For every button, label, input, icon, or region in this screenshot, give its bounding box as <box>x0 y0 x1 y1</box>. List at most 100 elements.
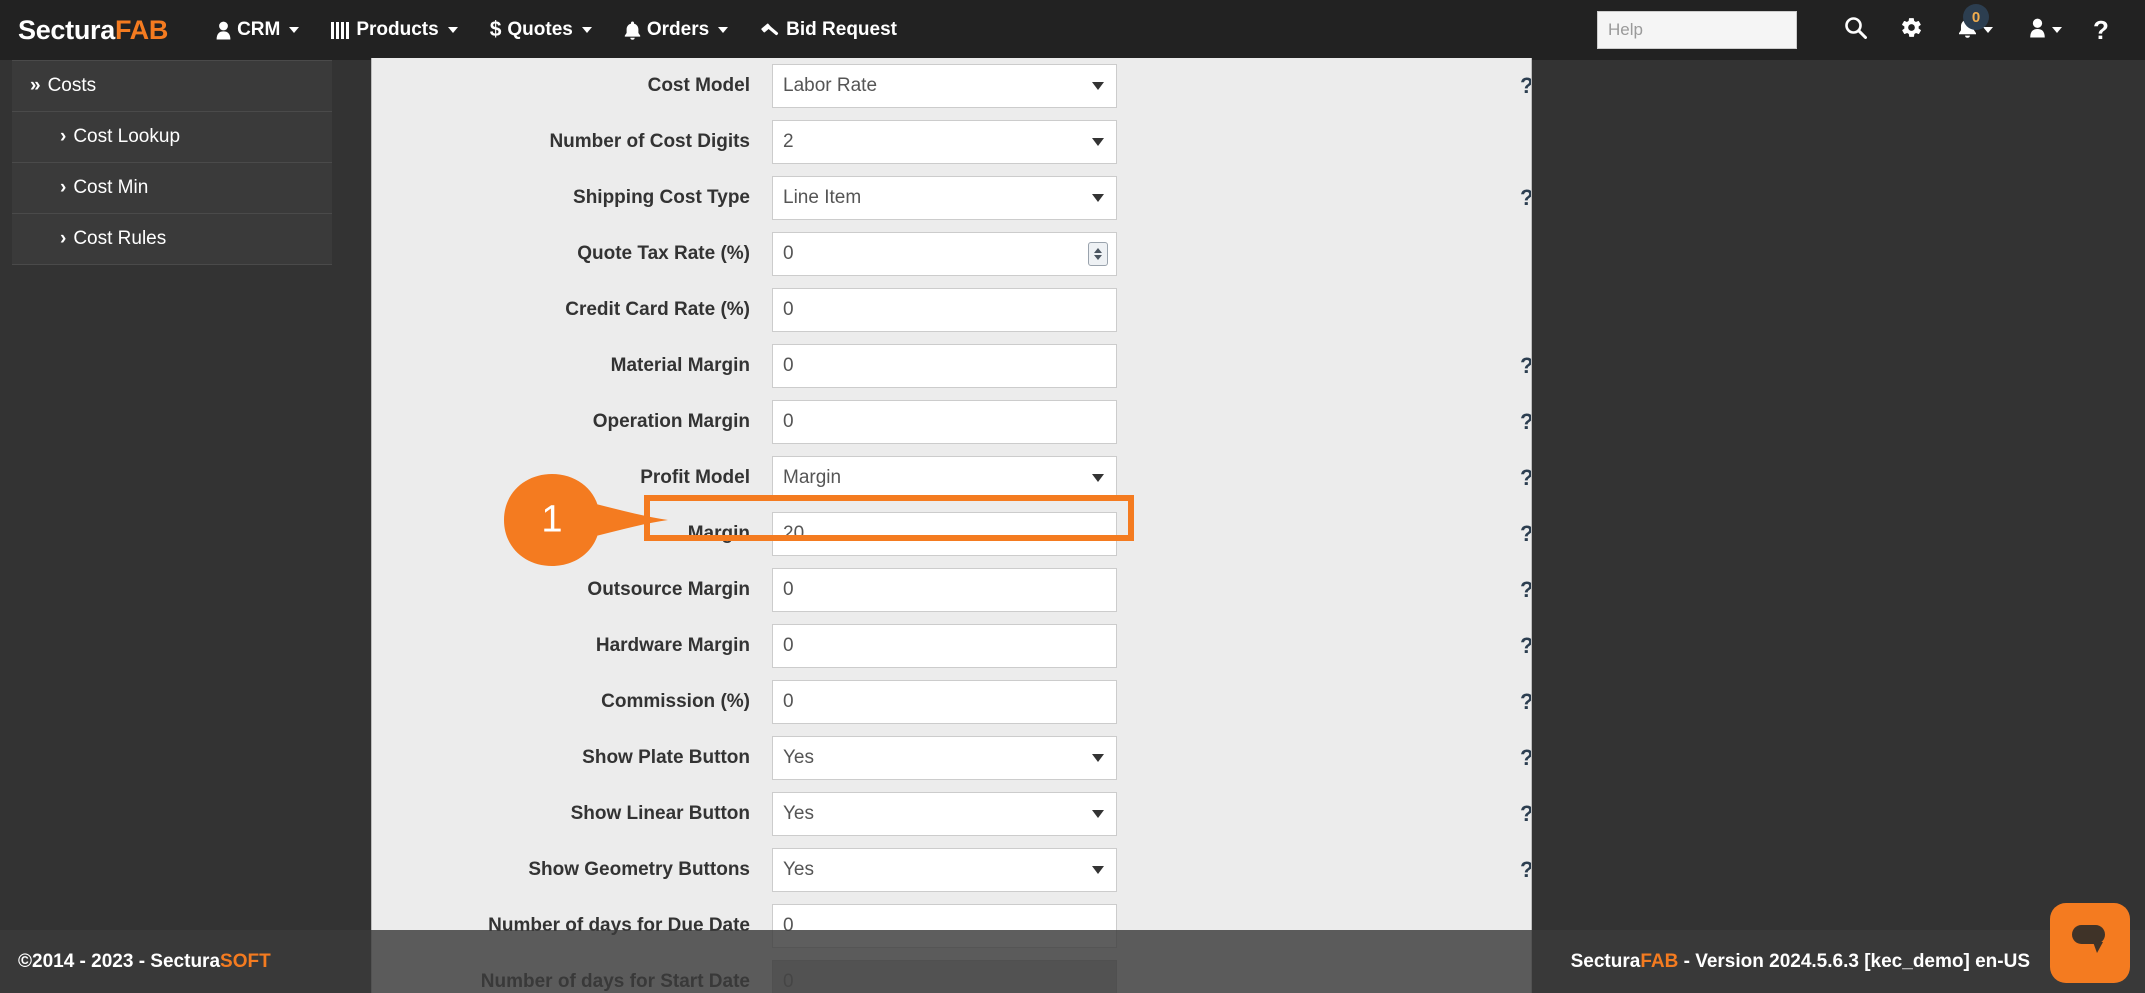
chevron-down-icon <box>1092 194 1104 202</box>
field-value: Line Item <box>783 187 862 208</box>
text-input-field[interactable]: 0 <box>772 680 1117 724</box>
chevron-down-icon <box>1092 82 1104 90</box>
field-help-icon[interactable]: ? <box>1520 73 1531 99</box>
chevron-right-icon: › <box>60 126 67 147</box>
field-label: Number of Cost Digits <box>549 131 750 152</box>
select-field[interactable]: 2 <box>772 120 1117 164</box>
field-value: Yes <box>783 803 814 824</box>
field-help-icon[interactable]: ? <box>1520 353 1531 379</box>
field-label: Show Plate Button <box>582 747 750 768</box>
notifications-button[interactable]: 0 <box>1939 0 2011 60</box>
nav-item-products-label: Products <box>356 19 439 40</box>
settings-button[interactable] <box>1883 0 1939 60</box>
text-input-field[interactable]: 0 <box>772 344 1117 388</box>
chevron-down-icon <box>718 27 729 33</box>
field-help-icon[interactable]: ? <box>1520 633 1531 659</box>
footer-copyright-text: ©2014 - 2023 - Sectura <box>18 950 221 972</box>
field-help-icon[interactable]: ? <box>1520 521 1531 547</box>
app-root: SecturaFAB CRM Products $ Quotes Orders … <box>0 0 2145 993</box>
form-row: Show Geometry Buttons Yes? <box>372 842 1531 898</box>
nav-item-products[interactable]: Products <box>315 0 473 60</box>
field-label: Commission (%) <box>601 691 750 712</box>
field-help-icon[interactable]: ? <box>1520 409 1531 435</box>
form-row: Cost Model Labor Rate? <box>372 58 1531 114</box>
footer-copyright-brand: SOFT <box>220 950 271 972</box>
sidebar-item-cost-lookup[interactable]: › Cost Lookup <box>12 112 332 163</box>
chevron-down-icon <box>1982 27 1993 33</box>
text-input-field[interactable]: 0 <box>772 624 1117 668</box>
number-stepper-icon[interactable] <box>1088 242 1108 266</box>
chevron-right-icon: › <box>60 177 67 198</box>
field-value: 0 <box>783 243 794 264</box>
field-label: Show Geometry Buttons <box>528 859 750 880</box>
field-value: Margin <box>783 467 842 488</box>
select-field[interactable]: Margin <box>772 456 1117 500</box>
nav-item-bid-request[interactable]: Bid Request <box>744 0 913 60</box>
annotation-callout-1: 1 <box>500 470 670 570</box>
field-help-icon[interactable]: ? <box>1520 745 1531 771</box>
sidebar-item-cost-min[interactable]: › Cost Min <box>12 163 332 214</box>
nav-item-crm[interactable]: CRM <box>200 0 315 60</box>
chevron-down-icon <box>289 27 300 33</box>
field-help-icon[interactable]: ? <box>1520 185 1531 211</box>
chevron-down-icon <box>581 27 592 33</box>
field-value: 0 <box>783 411 794 432</box>
form-row: Outsource Margin 0? <box>372 562 1531 618</box>
select-field[interactable]: Labor Rate <box>772 64 1117 108</box>
select-field[interactable]: Yes <box>772 792 1117 836</box>
text-input-field[interactable]: 0 <box>772 232 1117 276</box>
footer-version-brand: FAB <box>1640 950 1679 972</box>
field-help-icon[interactable]: ? <box>1520 801 1531 827</box>
gavel-icon <box>760 21 780 40</box>
chat-widget-button[interactable] <box>2050 903 2130 983</box>
field-value: 0 <box>783 691 794 712</box>
chevron-right-icon: › <box>60 228 67 249</box>
form-row: Show Linear Button Yes? <box>372 786 1531 842</box>
account-button[interactable] <box>2011 0 2079 60</box>
question-mark-icon: ? <box>2093 14 2109 45</box>
dollar-icon: $ <box>489 18 502 41</box>
help-search-input[interactable] <box>1597 11 1797 49</box>
field-help-icon[interactable]: ? <box>1520 465 1531 491</box>
sidebar-nav: » Costs › Cost Lookup › Cost Min › Cost … <box>12 60 332 265</box>
field-value: Yes <box>783 859 814 880</box>
sidebar-item-costs[interactable]: » Costs <box>12 61 332 112</box>
user-icon <box>216 21 231 40</box>
select-field[interactable]: Line Item <box>772 176 1117 220</box>
form-row: Credit Card Rate (%) 0 <box>372 282 1531 338</box>
bell-icon <box>624 21 641 40</box>
field-label: Outsource Margin <box>587 579 750 600</box>
page-footer: ©2014 - 2023 - SecturaSOFT SecturaFAB - … <box>0 930 2145 993</box>
notifications-badge: 0 <box>1963 4 1989 30</box>
chevron-down-icon <box>1092 138 1104 146</box>
field-label: Quote Tax Rate (%) <box>577 243 750 264</box>
grid-bars-icon <box>331 21 350 39</box>
form-row: Commission (%) 0? <box>372 674 1531 730</box>
text-input-field[interactable]: 20 <box>772 512 1117 556</box>
text-input-field[interactable]: 0 <box>772 568 1117 612</box>
sidebar-item-cost-min-label: Cost Min <box>73 177 149 198</box>
sidebar-item-cost-rules-label: Cost Rules <box>73 228 167 249</box>
field-value: Yes <box>783 747 814 768</box>
form-row: Show Plate Button Yes? <box>372 730 1531 786</box>
search-button[interactable] <box>1827 0 1883 60</box>
nav-item-quotes-label: Quotes <box>507 19 573 40</box>
text-input-field[interactable]: 0 <box>772 288 1117 332</box>
form-row: Quote Tax Rate (%) 0 <box>372 226 1531 282</box>
brand-logo[interactable]: SecturaFAB <box>18 15 168 46</box>
brand-prefix: Sectura <box>18 14 115 45</box>
text-input-field[interactable]: 0 <box>772 400 1117 444</box>
gear-icon <box>1900 16 1923 44</box>
field-help-icon[interactable]: ? <box>1520 689 1531 715</box>
select-field[interactable]: Yes <box>772 848 1117 892</box>
field-help-icon[interactable]: ? <box>1520 857 1531 883</box>
nav-item-orders[interactable]: Orders <box>608 0 744 60</box>
nav-item-orders-label: Orders <box>646 19 710 40</box>
field-help-icon[interactable]: ? <box>1520 577 1531 603</box>
chevron-down-icon <box>2051 27 2062 33</box>
nav-item-quotes[interactable]: $ Quotes <box>474 0 608 60</box>
user-icon <box>2029 18 2046 43</box>
help-button[interactable]: ? <box>2079 0 2123 60</box>
sidebar-item-cost-rules[interactable]: › Cost Rules <box>12 214 332 265</box>
select-field[interactable]: Yes <box>772 736 1117 780</box>
